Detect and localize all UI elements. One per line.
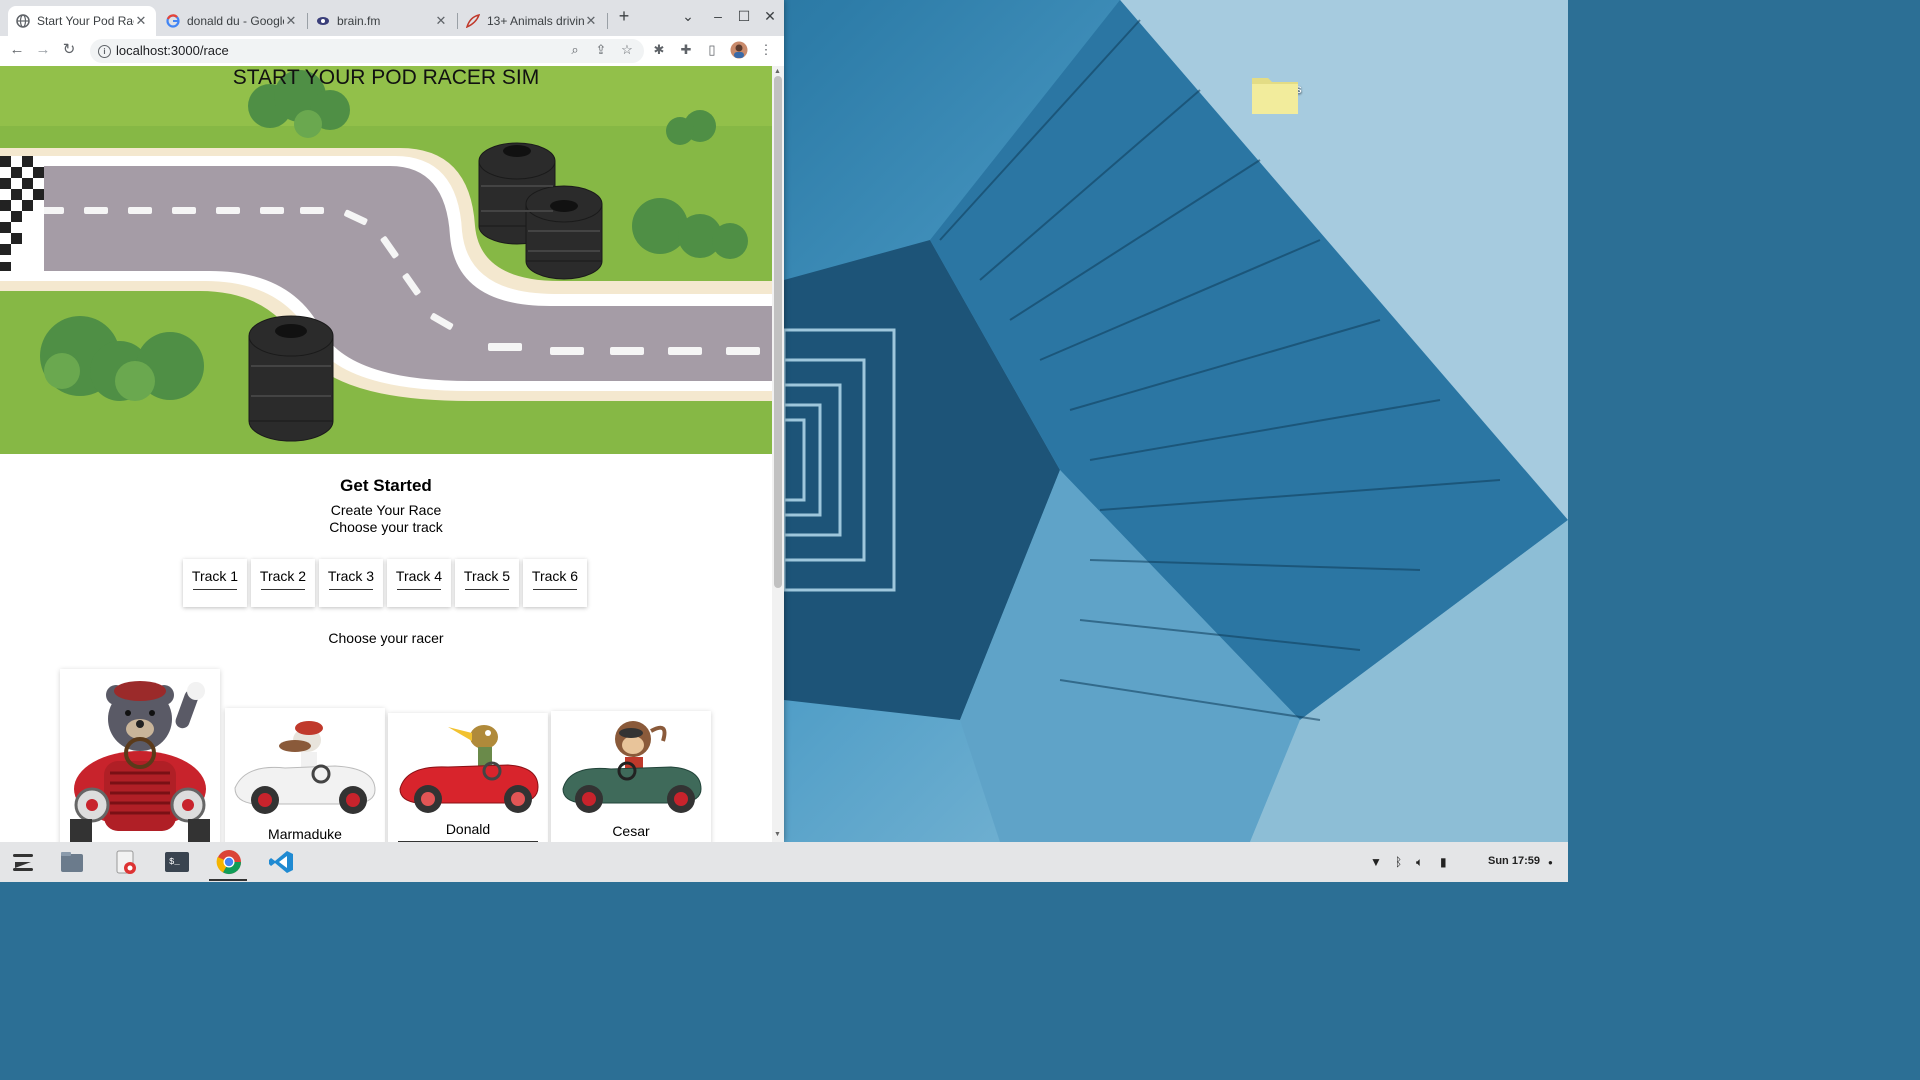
terminal-icon[interactable]: $_ xyxy=(163,848,191,876)
bluetooth-icon[interactable]: ᛒ xyxy=(1395,855,1402,869)
share-icon[interactable]: ⇪ xyxy=(592,41,610,59)
window-close-icon[interactable]: ✕ xyxy=(760,8,780,25)
track-1-button[interactable]: Track 1 xyxy=(183,559,247,607)
desktop-folder-images[interactable]: Images xyxy=(1252,74,1312,114)
site-info-icon[interactable]: i xyxy=(98,45,111,58)
tab-animals[interactable]: 13+ Animals driving ✕ xyxy=(458,6,606,36)
track-label: Track 3 xyxy=(327,568,375,584)
choose-track-text: Choose your track xyxy=(329,519,443,535)
create-race-text: Create Your Race xyxy=(330,502,442,518)
url-text: localhost:3000/race xyxy=(116,43,229,58)
battery-icon[interactable]: ▮ xyxy=(1440,855,1447,869)
get-started-heading: Get Started xyxy=(340,476,432,495)
clock[interactable]: Sun 17:59 xyxy=(1488,855,1540,867)
page-content: START YOUR POD RACER SIM Get Started Cre… xyxy=(0,66,772,842)
address-bar[interactable]: i localhost:3000/race xyxy=(90,39,644,63)
minimize-icon[interactable]: – xyxy=(708,8,728,24)
tab-divider xyxy=(607,13,608,29)
close-icon[interactable]: ✕ xyxy=(434,13,448,29)
extension-bug-icon[interactable]: ✱ xyxy=(650,41,668,59)
folder-icon xyxy=(1252,78,1298,114)
scroll-down-icon[interactable]: ▼ xyxy=(774,831,781,838)
tab-title: brain.fm xyxy=(337,14,381,28)
taskbar: $_ ▼ ᛒ 🔈︎ ▮ Sun 17:59 ● xyxy=(0,842,1568,882)
bear-racer-image xyxy=(70,681,210,842)
tab-title: Start Your Pod Racer xyxy=(37,14,134,28)
google-icon xyxy=(166,14,180,28)
globe-icon xyxy=(16,14,30,28)
new-tab-button[interactable]: + xyxy=(614,6,634,27)
hero-track-image: START YOUR POD RACER SIM xyxy=(0,66,772,454)
marmaduke-racer-image xyxy=(234,721,376,814)
track-3-button[interactable]: Track 3 xyxy=(319,559,383,607)
svg-text:$_: $_ xyxy=(169,857,180,867)
choose-racer-text: Choose your racer xyxy=(328,630,444,646)
racer-card-bear[interactable] xyxy=(60,669,220,842)
cesar-racer-image xyxy=(562,721,702,813)
feather-icon xyxy=(466,14,480,28)
close-icon[interactable]: ✕ xyxy=(584,13,598,29)
reload-icon[interactable]: ↻ xyxy=(60,41,78,59)
track-label: Track 1 xyxy=(191,568,239,584)
donald-racer-image xyxy=(399,725,539,813)
zorin-menu-icon[interactable] xyxy=(9,848,37,876)
racer-name: Marmaduke xyxy=(268,826,342,842)
wifi-icon[interactable]: ▼ xyxy=(1370,855,1382,869)
track-6-button[interactable]: Track 6 xyxy=(523,559,587,607)
racer-name: Donald xyxy=(445,821,491,837)
profile-avatar[interactable] xyxy=(730,41,748,59)
screenshot-app-icon[interactable] xyxy=(112,848,140,876)
volume-icon[interactable]: 🔈︎ xyxy=(1416,855,1423,870)
more-menu-icon[interactable]: ⋮ xyxy=(757,41,775,59)
track-2-button[interactable]: Track 2 xyxy=(251,559,315,607)
racer-card-marmaduke[interactable]: Marmaduke xyxy=(225,708,385,842)
active-app-indicator xyxy=(209,879,247,881)
extensions-puzzle-icon[interactable]: ✚ xyxy=(677,41,695,59)
browser-toolbar: ← → ↻ i localhost:3000/race ⌕ ⇪ ☆ ✱ ✚ ▯ … xyxy=(0,36,784,67)
tab-pod-racer[interactable]: Start Your Pod Racer ✕ xyxy=(8,6,156,36)
files-icon[interactable] xyxy=(58,848,86,876)
scroll-up-icon[interactable]: ▲ xyxy=(774,68,781,75)
brainfm-icon xyxy=(317,17,329,25)
tab-brainfm[interactable]: brain.fm ✕ xyxy=(308,6,456,36)
zoom-icon[interactable]: ⌕ xyxy=(566,41,584,59)
track-selector: Track 1 Track 2 Track 3 Track 4 Track 5 … xyxy=(183,559,587,607)
page-title: START YOUR POD RACER SIM xyxy=(232,66,540,89)
page-scrollbar[interactable]: ▲ ▼ xyxy=(772,66,784,842)
side-panel-icon[interactable]: ▯ xyxy=(703,41,721,59)
track-label: Track 4 xyxy=(395,568,443,584)
racer-card-cesar[interactable]: Cesar xyxy=(551,711,711,842)
vscode-icon[interactable] xyxy=(267,848,295,876)
maximize-icon[interactable]: ☐ xyxy=(734,8,754,25)
tab-search-icon[interactable]: ⌄ xyxy=(678,8,698,25)
chrome-icon[interactable] xyxy=(215,848,243,876)
racer-name: Cesar xyxy=(612,823,650,839)
tab-strip: Start Your Pod Racer ✕ donald du - Googl… xyxy=(0,0,784,36)
scrollbar-thumb[interactable] xyxy=(774,76,782,588)
track-5-button[interactable]: Track 5 xyxy=(455,559,519,607)
track-label: Track 6 xyxy=(531,568,579,584)
tab-title: 13+ Animals driving xyxy=(487,14,584,28)
close-icon[interactable]: ✕ xyxy=(284,13,298,29)
tab-google[interactable]: donald du - Google ✕ xyxy=(158,6,306,36)
track-label: Track 5 xyxy=(463,568,511,584)
back-icon[interactable]: ← xyxy=(8,41,26,59)
browser-window: Start Your Pod Racer ✕ donald du - Googl… xyxy=(0,0,784,842)
race-track-illustration xyxy=(0,66,772,454)
forward-icon[interactable]: → xyxy=(34,41,52,59)
close-icon[interactable]: ✕ xyxy=(134,13,148,29)
track-label: Track 2 xyxy=(259,568,307,584)
bookmark-star-icon[interactable]: ☆ xyxy=(618,41,636,59)
notification-dot-icon: ● xyxy=(1548,858,1553,867)
tab-title: donald du - Google xyxy=(187,14,284,28)
racer-card-donald[interactable]: Donald xyxy=(388,713,548,842)
track-4-button[interactable]: Track 4 xyxy=(387,559,451,607)
